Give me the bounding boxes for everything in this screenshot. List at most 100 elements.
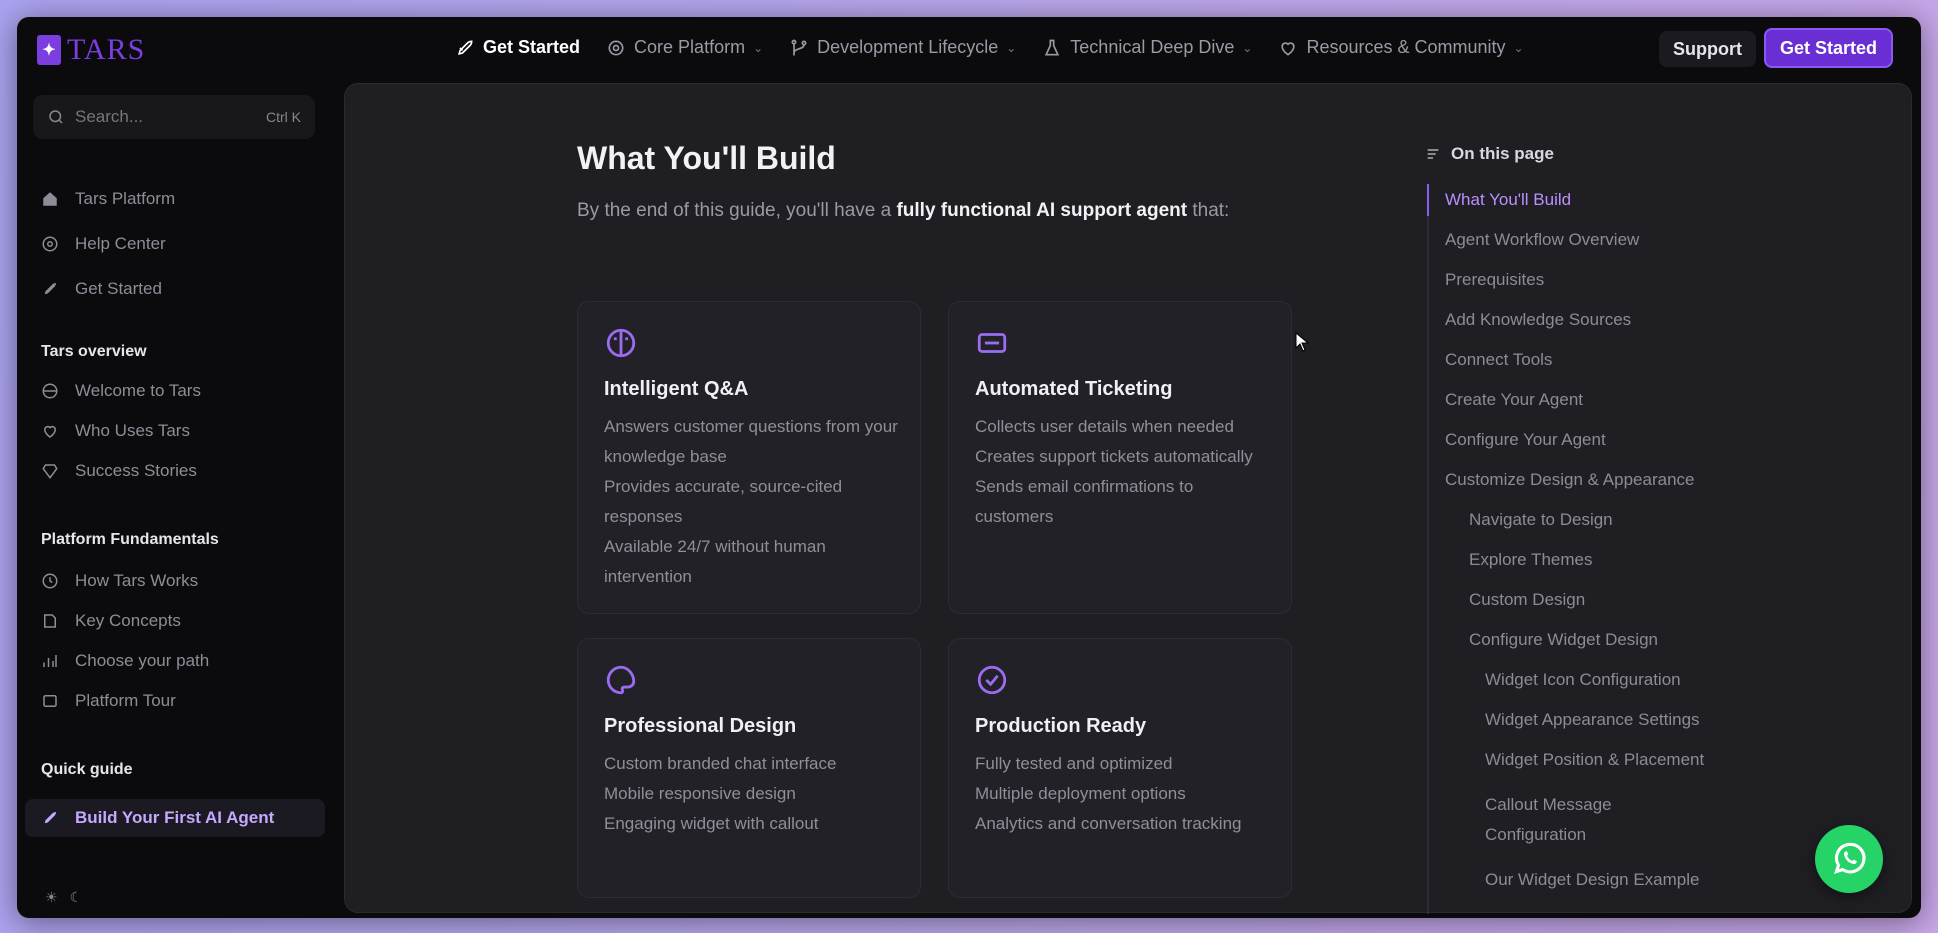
app-window: ✦ TARS Get Started Core Platform ⌄ Devel… — [17, 17, 1921, 918]
signpost-icon — [43, 655, 57, 667]
sidebar-section-title: Quick guide — [41, 761, 133, 778]
toc-header: On this page — [1425, 144, 1554, 164]
ticket-icon — [977, 333, 1007, 353]
feature-card: Professional Design Custom branded chat … — [577, 638, 921, 898]
map-icon — [43, 695, 57, 707]
sidebar-item-build-first-agent[interactable]: Build Your First AI Agent — [25, 799, 325, 837]
card-title: Professional Design — [604, 715, 797, 737]
flask-icon — [1045, 39, 1060, 55]
main-content: What You'll Build By the end of this gui… — [344, 83, 1912, 914]
card-list: Custom branded chat interface Mobile res… — [604, 749, 904, 839]
nav-tab-label: Core Platform — [634, 37, 746, 57]
sidebar-item-help-center[interactable]: Help Center — [41, 234, 166, 254]
sidebar-item-platform-tour[interactable]: Platform Tour — [41, 691, 176, 711]
card-list: Collects user details when needed Create… — [975, 412, 1275, 532]
list-item: Answers customer questions from your kno… — [604, 417, 898, 466]
moon-icon[interactable]: ☾ — [70, 889, 83, 906]
list-item: Available 24/7 without human interventio… — [604, 537, 826, 586]
chevron-down-icon: ⌄ — [753, 40, 764, 55]
toc-item[interactable]: Widget Icon Configuration — [1485, 670, 1681, 690]
toc-item[interactable]: What You'll Build — [1445, 190, 1571, 210]
logo-text: TARS — [67, 33, 146, 66]
toc-item[interactable]: Explore Themes — [1469, 550, 1592, 570]
toc-item[interactable]: Widget Appearance Settings — [1485, 710, 1700, 730]
sidebar-item-label: Build Your First AI Agent — [75, 808, 275, 827]
toc-item[interactable]: Configure Widget Design — [1469, 630, 1658, 650]
logo[interactable]: ✦ TARS — [37, 33, 145, 67]
list-item: Analytics and conversation tracking — [975, 814, 1242, 833]
heart-icon — [43, 425, 57, 438]
list-item: Collects user details when needed — [975, 417, 1234, 436]
toc-item[interactable]: Our Widget Design Example — [1485, 870, 1699, 890]
chevron-down-icon: ⌄ — [1006, 40, 1017, 55]
top-navigation: ✦ TARS Get Started Core Platform ⌄ Devel… — [17, 17, 1921, 81]
check-circle-icon — [977, 665, 1007, 695]
sidebar-item-tars-platform[interactable]: Tars Platform — [41, 189, 175, 209]
toc-item[interactable]: Custom Design — [1469, 590, 1585, 610]
sidebar-item-label: Success Stories — [75, 461, 197, 480]
sidebar-item-choose-your-path[interactable]: Choose your path — [41, 651, 209, 671]
card-title: Automated Ticketing — [975, 378, 1173, 400]
sidebar-item-label: Who Uses Tars — [75, 421, 190, 440]
sidebar-item-label: Key Concepts — [75, 611, 181, 630]
get-started-button[interactable]: Get Started — [1764, 28, 1894, 68]
list-item: Creates support tickets automatically — [975, 447, 1253, 466]
chevron-down-icon: ⌄ — [1242, 40, 1253, 55]
rocket-icon — [458, 39, 473, 55]
toc-item[interactable]: Create Your Agent — [1445, 390, 1583, 410]
heart-icon — [1281, 41, 1296, 56]
card-title: Intelligent Q&A — [604, 378, 749, 400]
list-icon — [1427, 149, 1439, 159]
nav-tab-label: Get Started — [483, 37, 581, 57]
toc-item[interactable]: Add Knowledge Sources — [1445, 310, 1631, 330]
globe-icon — [42, 383, 58, 399]
nav-tabs: Get Started Core Platform ⌄ Development … — [455, 37, 1524, 58]
nav-tab-core-platform[interactable]: Core Platform ⌄ — [606, 37, 763, 58]
toc-item[interactable]: Navigate to Design — [1469, 510, 1613, 530]
support-button[interactable]: Support — [1659, 31, 1756, 67]
whatsapp-icon — [1834, 842, 1866, 874]
list-item: Engaging widget with callout — [604, 814, 819, 833]
toc-item[interactable]: Customize Design & Appearance — [1445, 470, 1694, 490]
gear-icon — [608, 40, 624, 55]
sidebar-item-label: Get Started — [75, 279, 162, 298]
sidebar-item-key-concepts[interactable]: Key Concepts — [41, 611, 181, 631]
feature-card: Automated Ticketing Collects user detail… — [948, 301, 1292, 614]
nav-tab-technical-deep-dive[interactable]: Technical Deep Dive ⌄ — [1042, 37, 1252, 58]
toc-active-indicator — [1427, 184, 1429, 216]
card-list: Fully tested and optimized Multiple depl… — [975, 749, 1275, 839]
sidebar-item-how-tars-works[interactable]: How Tars Works — [41, 571, 198, 591]
toc-item[interactable]: Widget Position & Placement — [1485, 750, 1704, 770]
sun-icon[interactable]: ☀ — [45, 889, 58, 906]
whatsapp-chat-button[interactable] — [1815, 825, 1883, 893]
nav-tab-development-lifecycle[interactable]: Development Lifecycle ⌄ — [789, 37, 1016, 58]
list-item: Fully tested and optimized — [975, 754, 1173, 773]
sidebar-item-who-uses-tars[interactable]: Who Uses Tars — [41, 421, 190, 441]
chevron-down-icon: ⌄ — [1513, 40, 1524, 55]
toc-item[interactable]: Configure Your Agent — [1445, 430, 1606, 450]
toc-item[interactable]: Agent Workflow Overview — [1445, 230, 1639, 250]
toc-rail — [1427, 184, 1429, 914]
book-icon — [44, 614, 56, 628]
intro-text-end: that: — [1187, 200, 1230, 221]
toc-item[interactable]: Connect Tools — [1445, 350, 1552, 370]
clock-icon — [42, 573, 58, 589]
card-title: Production Ready — [975, 715, 1147, 737]
search-input[interactable]: Search... Ctrl K — [33, 95, 315, 139]
intro-paragraph: By the end of this guide, you'll have a … — [577, 194, 1297, 228]
list-item: Provides accurate, source-cited response… — [604, 477, 843, 526]
toc-item[interactable]: Callout Message Configuration — [1485, 790, 1685, 850]
nav-tab-label: Technical Deep Dive — [1070, 37, 1235, 57]
sidebar-item-success-stories[interactable]: Success Stories — [41, 461, 197, 481]
search-icon — [49, 110, 63, 124]
sidebar-item-welcome[interactable]: Welcome to Tars — [41, 381, 201, 401]
search-placeholder: Search... — [75, 107, 144, 126]
sidebar-item-get-started[interactable]: Get Started — [41, 279, 162, 299]
toc-item[interactable]: Prerequisites — [1445, 270, 1544, 290]
sidebar-item-label: Welcome to Tars — [75, 381, 201, 400]
nav-tab-get-started[interactable]: Get Started — [455, 37, 580, 58]
sidebar-item-label: Tars Platform — [75, 189, 176, 208]
nav-tab-resources-community[interactable]: Resources & Community ⌄ — [1278, 37, 1524, 58]
feature-card: Production Ready Fully tested and optimi… — [948, 638, 1292, 898]
search-shortcut: Ctrl K — [266, 109, 301, 125]
